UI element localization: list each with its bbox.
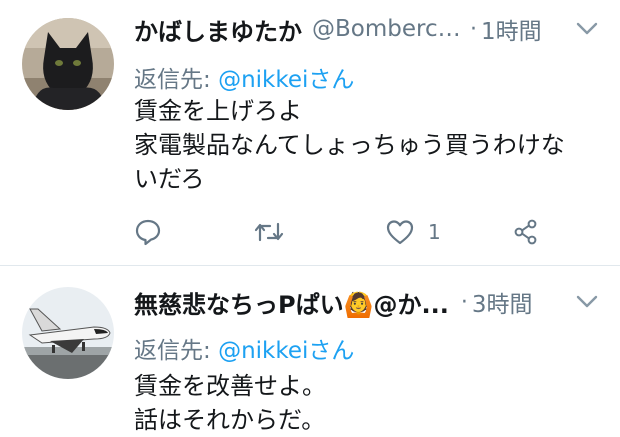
handle[interactable]: @Bomberca... <box>312 16 464 42</box>
tweet[interactable]: かばしまゆたか @Bomberca... · 1時間 返信先: @nikkeiさ… <box>0 0 620 266</box>
tweet-text-line: 家電製品なんてしょっちゅう買うわけな <box>134 131 565 159</box>
reply-icon <box>134 218 162 246</box>
black-cat-avatar-image <box>22 18 114 110</box>
reply-context: 返信先: @nikkeiさん <box>134 60 354 94</box>
timestamp[interactable]: 3時間 <box>472 285 533 319</box>
share-button[interactable] <box>512 212 540 252</box>
timestamp[interactable]: 1時間 <box>481 12 542 46</box>
like-count: 1 <box>428 220 441 244</box>
tweet-header: かばしまゆたか @Bomberca... · 1時間 <box>134 12 600 46</box>
separator: · <box>460 289 468 315</box>
share-icon <box>512 218 540 246</box>
separator: · <box>470 16 477 42</box>
tweet-text: 賃金を改善せよ。 話はそれからだ。 <box>134 369 590 437</box>
reply-mention[interactable]: @nikkeiさん <box>218 67 354 93</box>
reply-label: 返信先: <box>134 67 219 93</box>
avatar[interactable] <box>22 287 114 379</box>
tweet[interactable]: 無慈悲なちっPぱい🙆@か... · 3時間 返信先: @nikkeiさん 賃金を… <box>0 267 620 435</box>
action-bar: 1 <box>134 212 554 252</box>
tweet-text-line: いだろ <box>134 165 205 193</box>
display-name[interactable]: かばしまゆたか <box>134 12 302 47</box>
retweet-icon <box>254 218 284 246</box>
avatar[interactable] <box>22 18 114 110</box>
reply-mention[interactable]: @nikkeiさん <box>218 338 354 364</box>
like-button[interactable]: 1 <box>386 212 441 252</box>
display-name[interactable]: 無慈悲なちっPぱい🙆@か... <box>134 285 449 320</box>
reply-button[interactable] <box>134 212 162 252</box>
chevron-down-icon[interactable] <box>574 16 600 42</box>
reply-context: 返信先: @nikkeiさん <box>134 331 354 365</box>
chevron-down-icon[interactable] <box>574 289 600 315</box>
tweet-text-line: 話はそれからだ。 <box>134 406 326 434</box>
retweet-button[interactable] <box>254 212 284 252</box>
tweet-text: 賃金を上げろよ 家電製品なんてしょっちゅう買うわけな いだろ <box>134 94 590 196</box>
reply-label: 返信先: <box>134 338 219 364</box>
tweet-header: 無慈悲なちっPぱい🙆@か... · 3時間 <box>134 285 600 319</box>
space-shuttle-avatar-image <box>22 287 114 379</box>
tweet-text-line: 賃金を上げろよ <box>134 97 302 125</box>
like-icon <box>386 219 414 245</box>
tweet-text-line: 賃金を改善せよ。 <box>134 372 326 400</box>
